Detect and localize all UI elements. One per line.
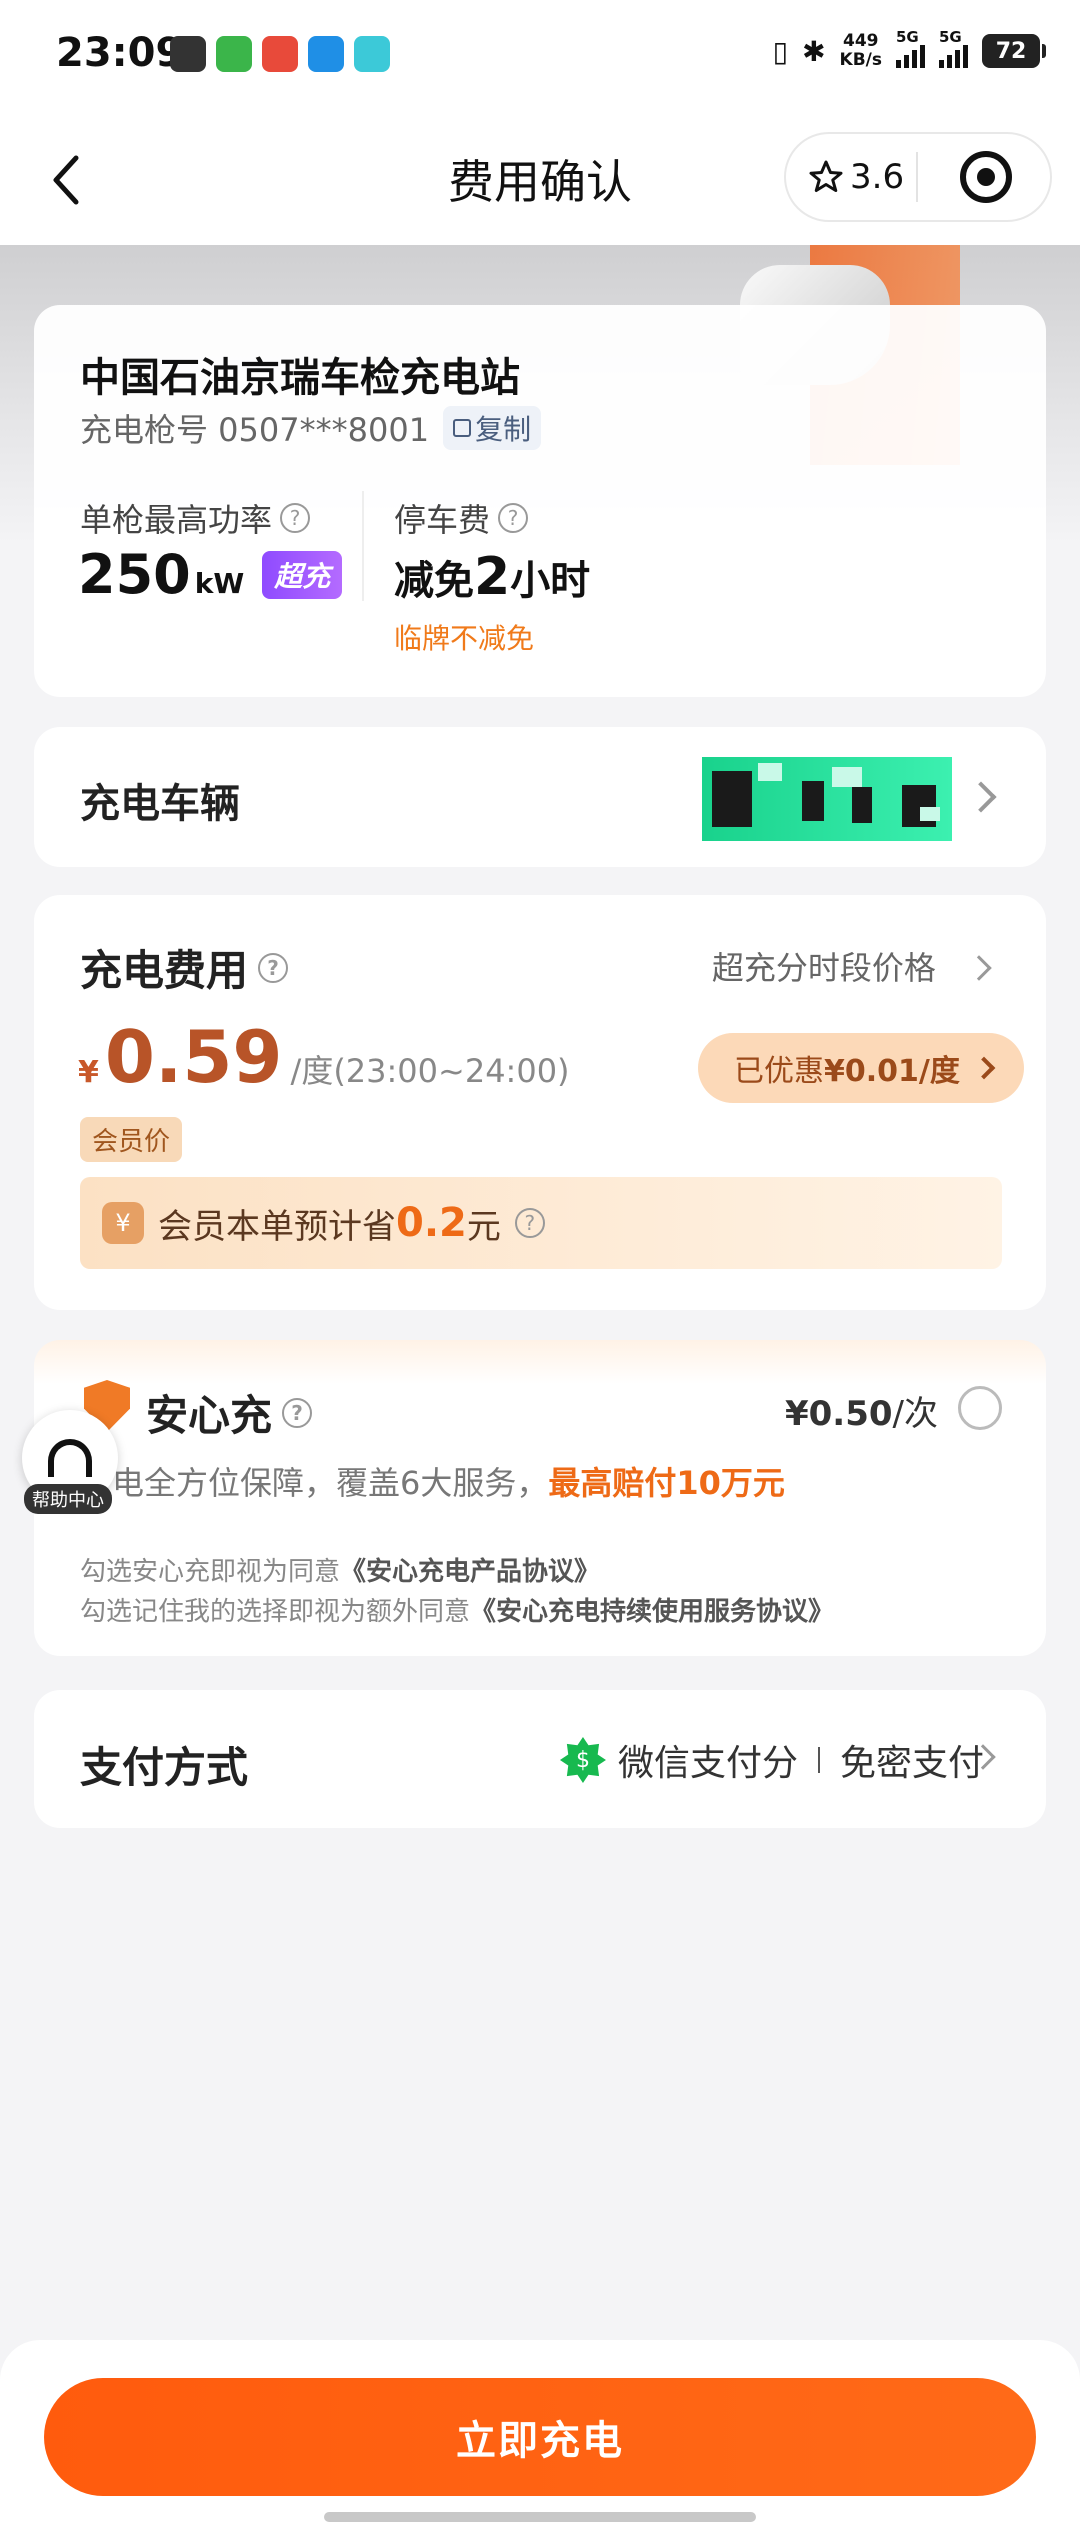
service-agreement-link[interactable]: 《安心充电持续使用服务协议》 xyxy=(470,1597,834,1627)
home-indicator[interactable] xyxy=(324,2512,756,2522)
member-price-tag: 会员价 xyxy=(80,1117,183,1162)
station-name: 中国石油京瑞车检充电站 xyxy=(80,355,520,401)
chevron-right-icon xyxy=(965,781,997,813)
mini-program-capsule: 3.6 xyxy=(784,132,1052,222)
fee-title: 充电费用 ? xyxy=(80,937,289,998)
net-speed: 449 KB/s xyxy=(839,31,882,70)
payment-label: 支付方式 xyxy=(80,1743,249,1792)
time-price-link[interactable]: 超充分时段价格 xyxy=(712,943,990,989)
help-icon[interactable]: ? xyxy=(282,1397,313,1428)
help-icon[interactable]: ? xyxy=(280,503,311,533)
app-notification-icon xyxy=(170,36,206,72)
insurance-price: ¥0.50/次 xyxy=(784,1394,938,1434)
chevron-right-icon xyxy=(972,1056,996,1080)
parking-label: 停车费 ? xyxy=(394,495,529,541)
money-bag-icon: ¥ xyxy=(102,1202,144,1244)
discount-button[interactable]: 已优惠 ¥0.01/度 xyxy=(698,1033,1024,1103)
copy-icon xyxy=(453,419,472,437)
vehicle-label: 充电车辆 xyxy=(80,781,240,827)
notification-icons xyxy=(170,36,390,72)
headset-icon xyxy=(48,1439,92,1477)
parking-value: 减免2小时 xyxy=(394,547,591,607)
payment-row[interactable]: 支付方式 $ 微信支付分 免密支付 xyxy=(34,1690,1046,1828)
insurance-radio[interactable] xyxy=(958,1386,1002,1430)
power-label: 单枪最高功率 ? xyxy=(80,495,311,541)
signal-icon: 5G xyxy=(896,28,925,68)
help-center-label: 帮助中心 xyxy=(24,1484,112,1514)
payment-method: $ 微信支付分 免密支付 xyxy=(559,1734,984,1786)
app-notification-icon xyxy=(216,36,252,72)
power-value: 250 kW 超充 xyxy=(78,543,343,606)
insurance-description: 电全方位保障，覆盖6大服务，最高赔付10万元 xyxy=(112,1464,785,1502)
station-card: 中国石油京瑞车检充电站 充电枪号 0507***8001 复制 单枪最高功率 ?… xyxy=(34,305,1046,697)
status-right: ▯ ✱ 449 KB/s 5G 5G 72 xyxy=(772,28,1046,70)
license-plate-redacted xyxy=(702,757,952,841)
battery-icon: 72 xyxy=(982,34,1046,68)
parking-note: 临牌不减免 xyxy=(394,622,535,655)
capsule-divider xyxy=(916,152,918,202)
app-notification-icon xyxy=(262,36,298,72)
vehicle-row[interactable]: 充电车辆 xyxy=(34,727,1046,867)
price: ¥ 0.59 /度(23:00~24:00) xyxy=(78,1015,570,1099)
member-savings-banner: ¥ 会员本单预计省 0.2 元 ? xyxy=(80,1177,1002,1269)
help-icon[interactable]: ? xyxy=(258,952,289,983)
status-time: 23:09 xyxy=(56,30,184,76)
copy-button[interactable]: 复制 xyxy=(443,406,542,450)
wechat-pay-score-icon: $ xyxy=(559,1737,606,1783)
help-icon[interactable]: ? xyxy=(498,503,529,533)
insurance-agreement: 勾选安心充即视为同意《安心充电产品协议》 勾选记住我的选择即视为额外同意《安心充… xyxy=(80,1557,835,1627)
bluetooth-icon: ✱ xyxy=(802,34,826,68)
app-notification-icon xyxy=(354,36,390,72)
start-charging-button[interactable]: 立即充电 xyxy=(44,2378,1036,2496)
vibrate-icon: ▯ xyxy=(772,34,789,68)
nav-bar: 费用确认 3.6 xyxy=(0,110,1080,245)
signal-icon: 5G xyxy=(939,28,968,68)
insurance-card: 安心充 ? ¥0.50/次 电全方位保障，覆盖6大服务，最高赔付10万元 勾选安… xyxy=(34,1340,1046,1656)
help-icon[interactable]: ? xyxy=(514,1208,545,1238)
close-target-icon[interactable] xyxy=(960,151,1012,203)
rating-button[interactable]: 3.6 xyxy=(786,157,916,197)
rating-value: 3.6 xyxy=(850,157,905,197)
app-notification-icon xyxy=(308,36,344,72)
divider xyxy=(362,491,364,601)
insurance-title: 安心充 ? xyxy=(146,1382,313,1443)
product-agreement-link[interactable]: 《安心充电产品协议》 xyxy=(340,1557,600,1587)
fee-card: 充电费用 ? 超充分时段价格 ¥ 0.59 /度(23:00~24:00) 已优… xyxy=(34,895,1046,1310)
separator xyxy=(817,1747,820,1773)
status-bar: 23:09 ▯ ✱ 449 KB/s 5G 5G 72 xyxy=(0,0,1080,110)
star-icon xyxy=(809,160,843,192)
gun-number: 充电枪号 0507***8001 复制 xyxy=(80,405,542,451)
bottom-bar: 立即充电 xyxy=(0,2340,1080,2532)
super-charge-badge: 超充 xyxy=(262,550,343,599)
